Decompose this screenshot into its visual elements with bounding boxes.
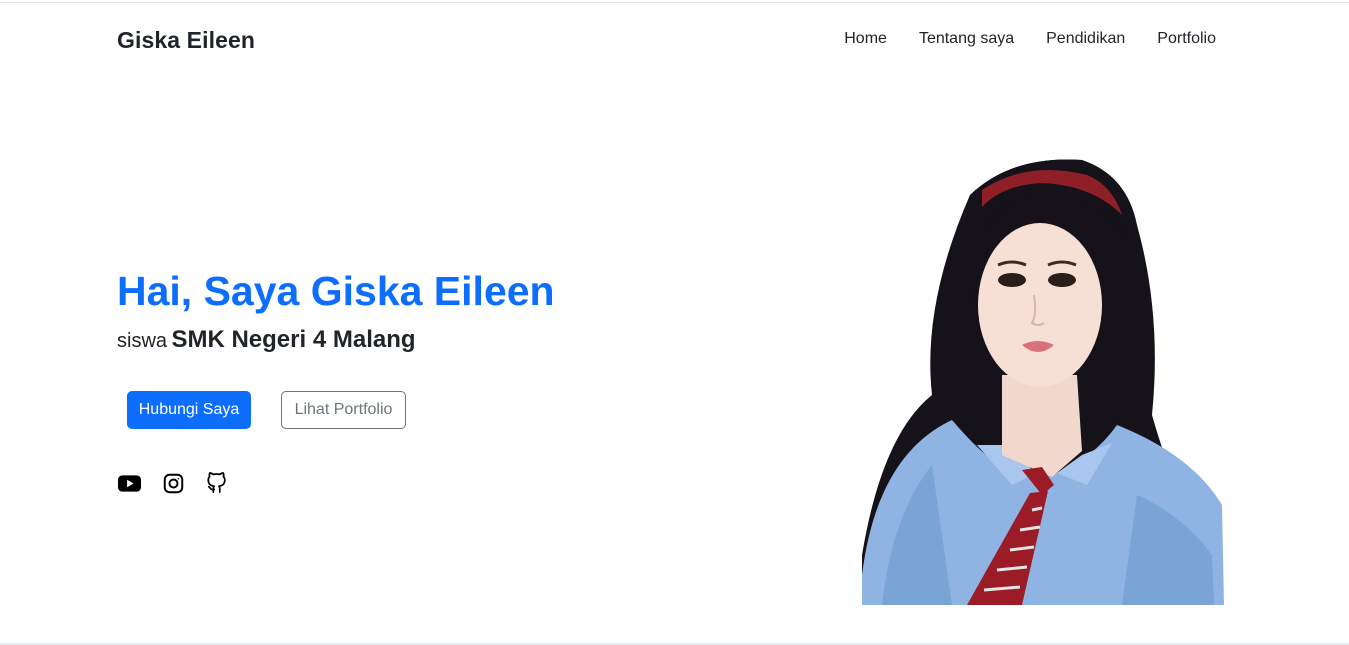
nav-link-portfolio[interactable]: Portfolio (1141, 30, 1216, 48)
nav-item-tentang: Tentang saya (903, 30, 1030, 48)
hero-subtitle: siswa SMK Negeri 4 Malang (117, 326, 416, 354)
contact-button[interactable]: Hubungi Saya (127, 391, 251, 429)
subtitle-prefix: siswa (117, 330, 168, 352)
github-icon[interactable] (205, 471, 229, 495)
navbar: Giska Eileen Home Tentang saya Pendidika… (0, 3, 1349, 77)
brand-logo[interactable]: Giska Eileen (117, 27, 255, 54)
nav-link-pendidikan[interactable]: Pendidikan (1030, 30, 1141, 48)
hero-title: Hai, Saya Giska Eileen (117, 268, 555, 314)
nav-links: Home Tentang saya Pendidikan Portfolio (828, 30, 1216, 48)
nav-link-tentang-saya[interactable]: Tentang saya (903, 30, 1030, 48)
instagram-icon[interactable] (161, 471, 185, 495)
nav-item-pendidikan: Pendidikan (1030, 30, 1141, 48)
nav-item-home: Home (828, 30, 903, 48)
profile-photo (862, 155, 1224, 605)
nav-item-portfolio: Portfolio (1141, 30, 1216, 48)
subtitle-school: SMK Negeri 4 Malang (171, 326, 416, 353)
view-portfolio-button[interactable]: Lihat Portfolio (281, 391, 406, 429)
youtube-icon[interactable] (117, 471, 141, 495)
nav-link-home[interactable]: Home (828, 30, 903, 48)
